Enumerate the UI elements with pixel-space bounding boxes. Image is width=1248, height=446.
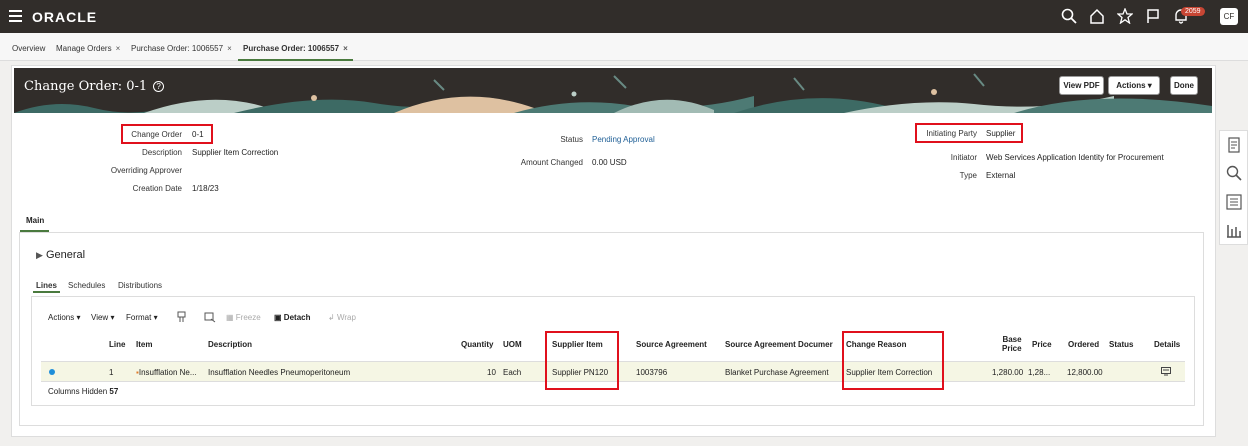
table-format-menu[interactable]: Format ▾ (126, 313, 158, 322)
general-section-toggle[interactable]: ▶ General (36, 249, 85, 261)
table-view-menu[interactable]: View ▾ (91, 313, 114, 322)
wrap-icon: ↲ (328, 313, 335, 322)
search-icon[interactable] (1225, 164, 1243, 182)
subtab-schedules[interactable]: Schedules (68, 281, 105, 290)
subtab-distributions[interactable]: Distributions (118, 281, 162, 290)
close-icon[interactable]: × (116, 44, 121, 53)
tab-strip: Overview Manage Orders × Purchase Order: … (0, 33, 1248, 61)
amount-changed-label: Amount Changed (520, 158, 583, 167)
tab-purchase-order-1[interactable]: Purchase Order: 1006557 × (131, 44, 232, 53)
global-header: ORACLE 2059 CF (0, 0, 1248, 33)
tab-purchase-order-2[interactable]: Purchase Order: 1006557 × (243, 44, 348, 53)
creation-date-label: Creation Date (132, 184, 182, 193)
help-icon[interactable]: ? (153, 81, 165, 92)
freeze-icon: ▦ (226, 313, 234, 322)
creation-date-value: 1/18/23 (192, 184, 219, 193)
detach-button[interactable]: ▣ Detach (274, 313, 310, 322)
column-header-quantity[interactable]: Quantity (461, 340, 493, 349)
cell-base-price: 1,280.00 (992, 368, 1024, 377)
table-actions-menu[interactable]: Actions ▾ (48, 313, 80, 322)
column-header-source-agreement-document[interactable]: Source Agreement Documer (725, 340, 843, 349)
cell-source-agreement-document: Blanket Purchase Agreement (725, 368, 829, 377)
page-title: Change Order: 0-1? (24, 79, 165, 94)
highlight-initiating-party (915, 123, 1023, 143)
overriding-approver-label: Overriding Approver (110, 166, 182, 175)
view-pdf-button[interactable]: View PDF (1059, 76, 1104, 95)
chevron-down-icon: ▾ (1147, 81, 1152, 90)
status-label: Status (560, 135, 583, 144)
column-header-base-price[interactable]: Base Price (1002, 335, 1022, 353)
cell-price: 1,28... (1028, 368, 1051, 377)
lines-tab-indicator (33, 291, 60, 293)
flag-icon[interactable] (1145, 8, 1161, 24)
detach-icon: ▣ (274, 313, 282, 322)
right-panel-rail (1219, 130, 1248, 245)
columns-hidden: Columns Hidden 57 (48, 387, 119, 396)
close-icon[interactable]: × (343, 44, 348, 53)
query-by-example-icon[interactable] (177, 311, 189, 323)
banner-pattern (14, 73, 1212, 113)
hamburger-icon[interactable] (9, 10, 22, 22)
row-selection-indicator[interactable] (49, 369, 55, 375)
highlight-change-order (121, 124, 213, 144)
column-header-details[interactable]: Details (1154, 340, 1180, 349)
description-label: Description (141, 148, 182, 157)
actions-button[interactable]: Actions ▾ (1108, 76, 1160, 95)
column-header-uom[interactable]: UOM (503, 340, 522, 349)
document-icon[interactable] (1225, 136, 1243, 154)
chevron-down-icon: ▾ (110, 313, 115, 322)
page-banner: Change Order: 0-1? View PDF Actions ▾ Do… (14, 68, 1212, 113)
home-icon[interactable] (1089, 8, 1105, 24)
details-icon[interactable] (1161, 367, 1171, 376)
user-avatar[interactable]: CF (1220, 8, 1238, 25)
column-header-ordered[interactable]: Ordered (1068, 340, 1099, 349)
cell-item[interactable]: ▪Insufflation Ne... (136, 368, 197, 377)
cell-description[interactable]: Insufflation Needles Pneumoperitoneum (208, 368, 350, 377)
export-icon[interactable] (204, 311, 216, 323)
column-header-item[interactable]: Item (136, 340, 152, 349)
close-icon[interactable]: × (227, 44, 232, 53)
highlight-change-reason (842, 331, 944, 390)
freeze-button[interactable]: ▦ Freeze (226, 313, 261, 322)
chevron-down-icon: ▾ (76, 313, 81, 322)
column-header-source-agreement[interactable]: Source Agreement (636, 340, 707, 349)
column-header-description[interactable]: Description (208, 340, 252, 349)
column-header-line[interactable]: Line (109, 340, 125, 349)
cell-uom: Each (503, 368, 522, 377)
oracle-logo[interactable]: ORACLE (32, 9, 97, 25)
description-value: Supplier Item Correction (192, 148, 279, 157)
initiator-label: Initiator (950, 153, 977, 162)
analytics-icon[interactable] (1225, 221, 1243, 239)
subtab-lines[interactable]: Lines (36, 281, 57, 290)
cell-quantity: 10 (487, 368, 496, 377)
initiator-value: Web Services Application Identity for Pr… (986, 153, 1164, 162)
star-icon[interactable] (1117, 8, 1133, 24)
cell-source-agreement[interactable]: 1003796 (636, 368, 667, 377)
done-button[interactable]: Done (1170, 76, 1198, 95)
type-label: Type (959, 171, 977, 180)
cell-line: 1 (109, 368, 114, 377)
search-icon[interactable] (1061, 8, 1077, 24)
column-header-price[interactable]: Price (1032, 340, 1052, 349)
tab-manage-orders[interactable]: Manage Orders × (56, 44, 120, 53)
tab-main[interactable]: Main (26, 216, 44, 225)
cell-ordered: 12,800.00 (1067, 368, 1103, 377)
amount-changed-value: 0.00 USD (592, 158, 627, 167)
highlight-supplier-item (545, 331, 619, 390)
disclosure-triangle-icon: ▶ (36, 250, 43, 260)
column-header-status[interactable]: Status (1109, 340, 1133, 349)
notification-badge: 2059 (1181, 7, 1205, 16)
list-icon[interactable] (1225, 193, 1243, 211)
tab-overview[interactable]: Overview (12, 44, 45, 53)
status-value[interactable]: Pending Approval (592, 135, 655, 144)
chevron-down-icon: ▾ (153, 313, 158, 322)
type-value: External (986, 171, 1016, 180)
active-tab-indicator (238, 59, 353, 61)
wrap-button[interactable]: ↲ Wrap (328, 313, 356, 322)
